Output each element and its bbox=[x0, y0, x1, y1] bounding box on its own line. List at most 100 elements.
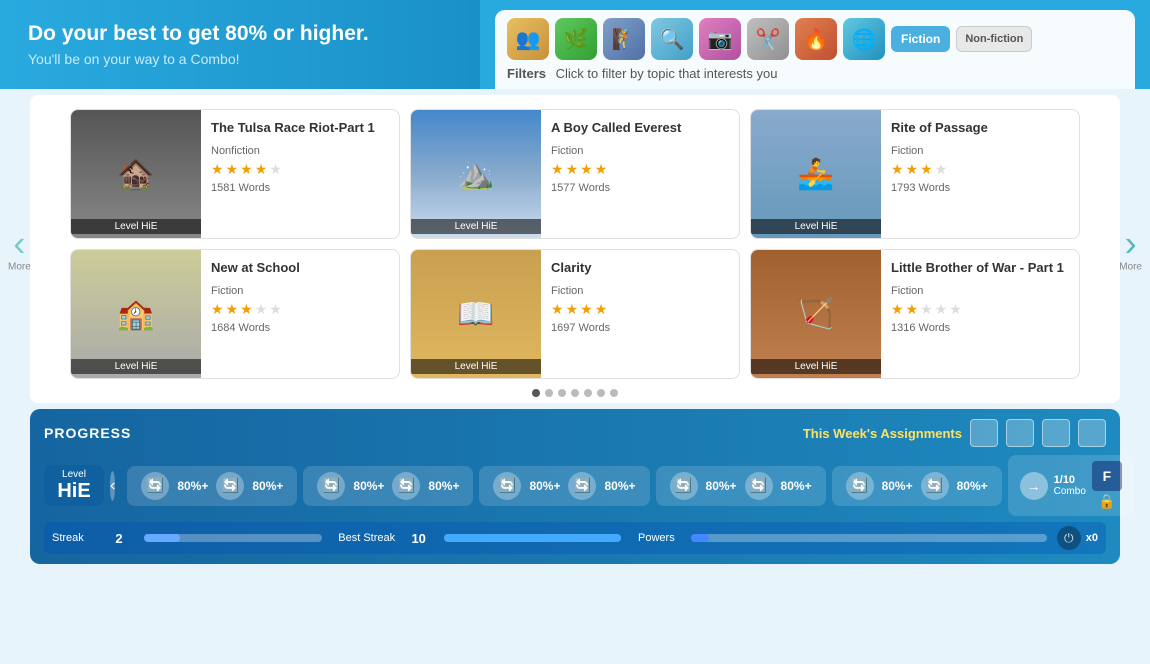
assignment-box-1[interactable] bbox=[970, 419, 998, 447]
banner-headline: Do your best to get 80% or higher. bbox=[28, 22, 452, 46]
assignments-label: This Week's Assignments bbox=[803, 426, 962, 441]
chevron-right-icon: › bbox=[1125, 226, 1137, 262]
book-card-5[interactable]: 🏹 Level HiE Little Brother of War - Part… bbox=[750, 249, 1080, 379]
tools-filter-btn[interactable]: ✂️ bbox=[747, 18, 789, 60]
filter-icons-row: 👥 🌿 🧗 🔍 📷 ✂️ 🔥 🌐 Fiction Non-fiction bbox=[507, 18, 1123, 60]
level-badge-2: Level HiE bbox=[751, 219, 881, 234]
level-label: Level bbox=[54, 469, 94, 480]
score-icon-1b: 🔄 bbox=[216, 472, 244, 500]
score-block-5[interactable]: 🔄 80%+ 🔄 80%+ bbox=[832, 466, 1002, 506]
book-words-5: 1316 Words bbox=[891, 322, 1069, 334]
book-thumb-2: 🚣 Level HiE bbox=[751, 110, 881, 238]
score-block-4[interactable]: 🔄 80%+ 🔄 80%+ bbox=[656, 466, 826, 506]
level-value: HiE bbox=[54, 480, 94, 502]
level-badge-5: Level HiE bbox=[751, 359, 881, 374]
book-genre-3: Fiction bbox=[211, 285, 389, 297]
book-stars-2: ★★★★ bbox=[891, 161, 1069, 178]
banner: Do your best to get 80% or higher. You'l… bbox=[0, 0, 480, 89]
level-badge-0: Level HiE bbox=[71, 219, 201, 234]
book-title-5: Little Brother of War - Part 1 bbox=[891, 260, 1069, 277]
book-thumb-0: 🏚️ Level HiE bbox=[71, 110, 201, 238]
level-badge: Level HiE bbox=[44, 465, 104, 506]
score-label-2: 80%+ bbox=[353, 479, 384, 493]
people-filter-btn[interactable]: 👥 bbox=[507, 18, 549, 60]
book-genre-4: Fiction bbox=[551, 285, 729, 297]
camera-filter-btn[interactable]: 📷 bbox=[699, 18, 741, 60]
streak-bar: Streak 2 Best Streak 10 Powers ⏻ x0 bbox=[44, 522, 1106, 554]
score-icon-3: 🔄 bbox=[493, 472, 521, 500]
book-stars-0: ★★★★★ bbox=[211, 161, 389, 178]
nonfiction-filter-btn[interactable]: Non-fiction bbox=[956, 26, 1032, 52]
nav-right[interactable]: › More bbox=[1119, 226, 1142, 273]
best-streak-value: 10 bbox=[404, 531, 434, 546]
book-title-1: A Boy Called Everest bbox=[551, 120, 729, 137]
book-card-3[interactable]: 🏫 Level HiE New at School Fiction ★★★★★ … bbox=[70, 249, 400, 379]
assignment-box-3[interactable] bbox=[1042, 419, 1070, 447]
book-words-3: 1684 Words bbox=[211, 322, 389, 334]
powers-label: Powers bbox=[631, 532, 681, 544]
book-info-2: Rite of Passage Fiction ★★★★ 1793 Words bbox=[881, 110, 1079, 238]
filter-description: Filters Click to filter by topic that in… bbox=[507, 66, 1123, 81]
book-info-5: Little Brother of War - Part 1 Fiction ★… bbox=[881, 250, 1079, 378]
book-stars-1: ★★★★ bbox=[551, 161, 729, 178]
score-label-5: 80%+ bbox=[882, 479, 913, 493]
book-thumb-1: ⛰️ Level HiE bbox=[411, 110, 541, 238]
score-icon-5b: 🔄 bbox=[921, 472, 949, 500]
score-label-3b: 80%+ bbox=[604, 479, 635, 493]
progress-section: PROGRESS This Week's Assignments Level H… bbox=[30, 409, 1120, 564]
magnify-filter-btn[interactable]: 🔍 bbox=[651, 18, 693, 60]
book-card-1[interactable]: ⛰️ Level HiE A Boy Called Everest Fictio… bbox=[410, 109, 740, 239]
score-label-1: 80%+ bbox=[177, 479, 208, 493]
chevron-left-icon: ‹ bbox=[13, 226, 25, 262]
book-stars-5: ★★★★★ bbox=[891, 301, 1069, 318]
score-icon-4: 🔄 bbox=[670, 472, 698, 500]
globe-filter-btn[interactable]: 🌿 bbox=[555, 18, 597, 60]
score-icon-1: 🔄 bbox=[141, 472, 169, 500]
streak-label: Streak bbox=[52, 532, 102, 544]
book-info-1: A Boy Called Everest Fiction ★★★★ 1577 W… bbox=[541, 110, 739, 238]
book-words-0: 1581 Words bbox=[211, 182, 389, 194]
person-filter-btn[interactable]: 🧗 bbox=[603, 18, 645, 60]
book-grid: 🏚️ Level HiE The Tulsa Race Riot-Part 1 … bbox=[70, 103, 1080, 385]
nav-left-label: More bbox=[8, 262, 31, 273]
score-icon-5: 🔄 bbox=[846, 472, 874, 500]
score-label-4: 80%+ bbox=[706, 479, 737, 493]
score-block-1[interactable]: 🔄 80%+ 🔄 80%+ bbox=[127, 466, 297, 506]
score-label-1b: 80%+ bbox=[252, 479, 283, 493]
level-nav-left[interactable]: ‹ bbox=[110, 471, 115, 501]
book-stars-3: ★★★★★ bbox=[211, 301, 389, 318]
fiction-filter-btn[interactable]: Fiction bbox=[891, 26, 950, 52]
book-card-4[interactable]: 📖 Level HiE Clarity Fiction ★★★★ 1697 Wo… bbox=[410, 249, 740, 379]
score-icon-2b: 🔄 bbox=[392, 472, 420, 500]
book-thumb-5: 🏹 Level HiE bbox=[751, 250, 881, 378]
combo-circle-icon: → bbox=[1020, 472, 1048, 500]
book-title-0: The Tulsa Race Riot-Part 1 bbox=[211, 120, 389, 137]
book-words-1: 1577 Words bbox=[551, 182, 729, 194]
level-badge-3: Level HiE bbox=[71, 359, 201, 374]
book-card-2[interactable]: 🚣 Level HiE Rite of Passage Fiction ★★★★… bbox=[750, 109, 1080, 239]
assignment-box-4[interactable] bbox=[1078, 419, 1106, 447]
book-card-0[interactable]: 🏚️ Level HiE The Tulsa Race Riot-Part 1 … bbox=[70, 109, 400, 239]
assignment-box-2[interactable] bbox=[1006, 419, 1034, 447]
book-info-3: New at School Fiction ★★★★★ 1684 Words bbox=[201, 250, 399, 378]
combo-count: 1/10 bbox=[1054, 475, 1086, 486]
book-genre-0: Nonfiction bbox=[211, 145, 389, 157]
level-badge-4: Level HiE bbox=[411, 359, 541, 374]
book-genre-2: Fiction bbox=[891, 145, 1069, 157]
nav-left[interactable]: ‹ More bbox=[8, 226, 31, 273]
combo-sub: Combo bbox=[1054, 486, 1086, 497]
power-button[interactable]: ⏻ bbox=[1057, 526, 1081, 550]
book-info-0: The Tulsa Race Riot-Part 1 Nonfiction ★★… bbox=[201, 110, 399, 238]
streak-value: 2 bbox=[104, 531, 134, 546]
world-filter-btn[interactable]: 🌐 bbox=[843, 18, 885, 60]
book-title-4: Clarity bbox=[551, 260, 729, 277]
score-label-4b: 80%+ bbox=[781, 479, 812, 493]
lock-icon: 🔒 bbox=[1098, 493, 1115, 510]
main-content-area: ‹ More › More 🏚️ Level HiE The Tulsa Rac… bbox=[30, 95, 1120, 403]
nav-right-label: More bbox=[1119, 262, 1142, 273]
fire-filter-btn[interactable]: 🔥 bbox=[795, 18, 837, 60]
score-block-2[interactable]: 🔄 80%+ 🔄 80%+ bbox=[303, 466, 473, 506]
score-block-3[interactable]: 🔄 80%+ 🔄 80%+ bbox=[479, 466, 649, 506]
combo-block: → 1/10 Combo F 🔒 bbox=[1008, 455, 1134, 516]
book-info-4: Clarity Fiction ★★★★ 1697 Words bbox=[541, 250, 739, 378]
